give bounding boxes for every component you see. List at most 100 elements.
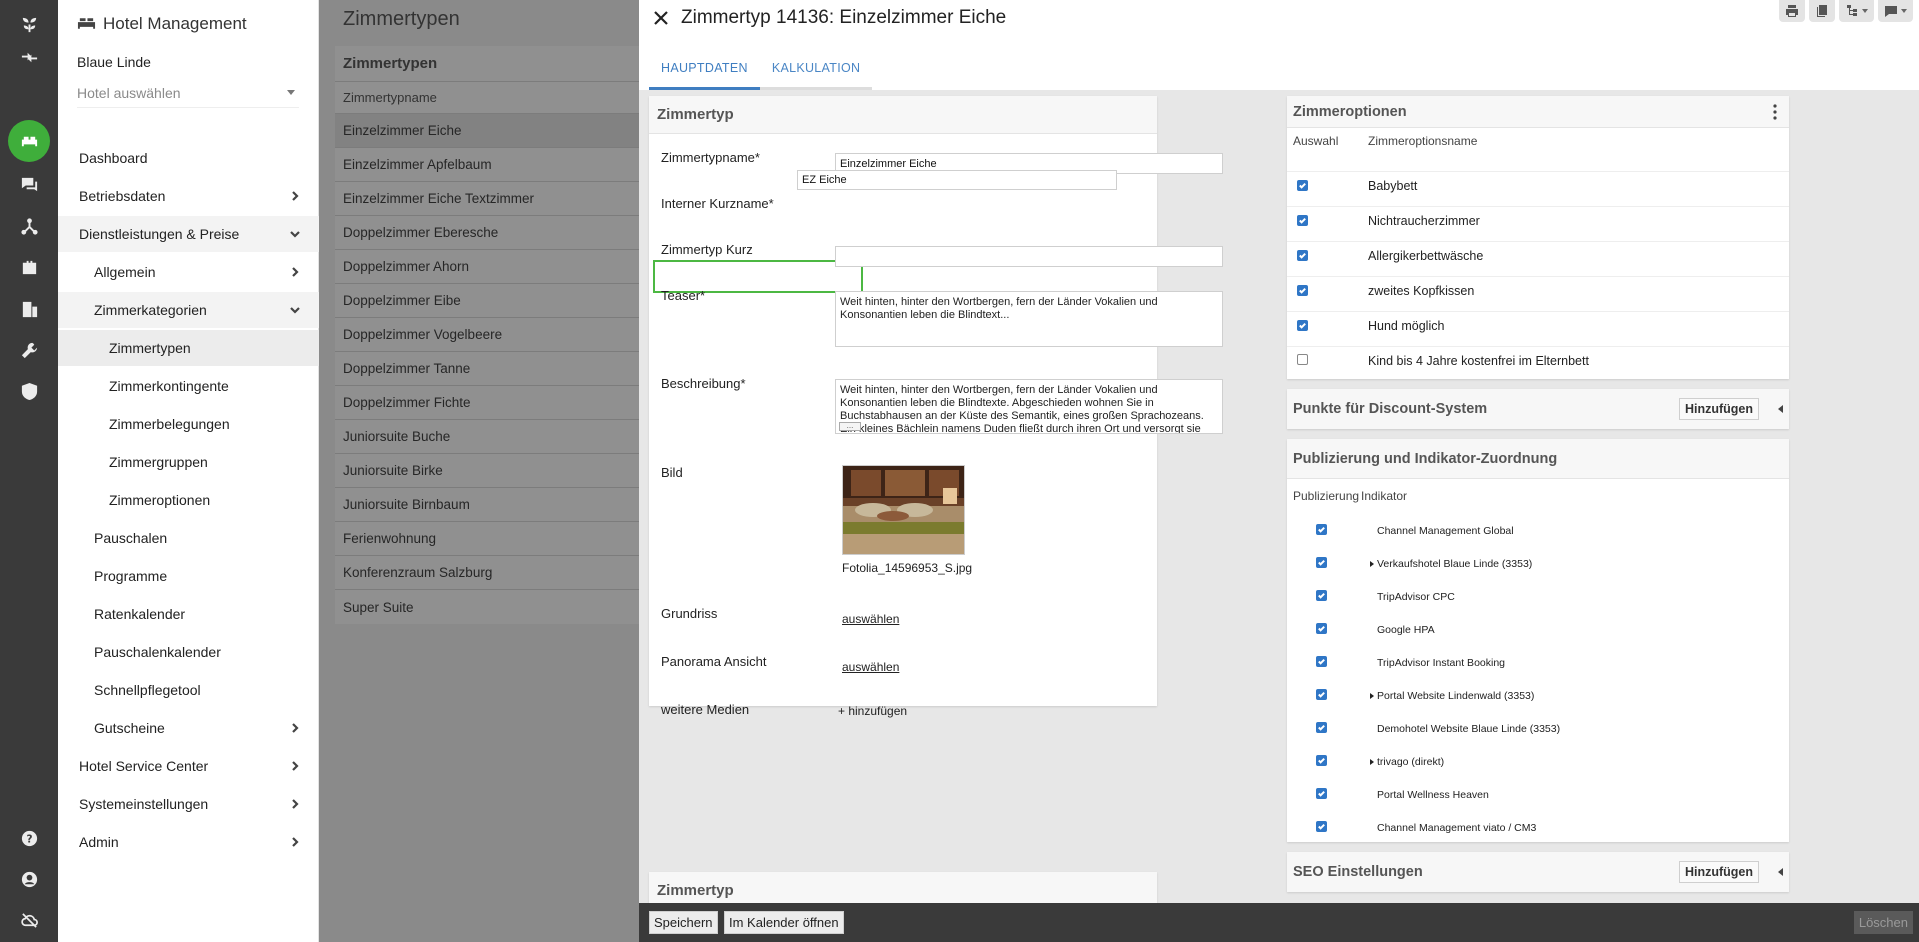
wrench-icon[interactable]: [0, 334, 58, 366]
tree-menu-button[interactable]: [1839, 0, 1874, 22]
close-icon[interactable]: [649, 6, 673, 30]
checkbox-checked-icon[interactable]: [1316, 722, 1327, 733]
list-row[interactable]: Juniorsuite Birnbaum: [335, 488, 639, 522]
add-media-link[interactable]: + hinzufügen: [838, 704, 907, 718]
checkbox-checked-icon[interactable]: [1316, 755, 1327, 766]
option-row[interactable]: Nichtraucherzimmer: [1287, 206, 1789, 234]
publish-row[interactable]: trivago (direkt): [1287, 748, 1789, 775]
hotel-select[interactable]: Hotel auswählen: [77, 85, 299, 108]
nav-zimmerkontingente[interactable]: Zimmerkontingente: [58, 368, 319, 404]
room-photo[interactable]: [842, 465, 965, 555]
publish-row[interactable]: TripAdvisor Instant Booking: [1287, 649, 1789, 676]
col-option-name[interactable]: Zimmeroptionsname: [1368, 134, 1477, 148]
more-vertical-icon[interactable]: [1773, 104, 1777, 120]
tab-hauptdaten[interactable]: HAUPTDATEN: [649, 55, 760, 90]
option-row[interactable]: zweites Kopfkissen: [1287, 276, 1789, 304]
publish-row[interactable]: Portal Website Lindenwald (3353): [1287, 682, 1789, 709]
short-name-input[interactable]: [797, 170, 1117, 190]
nav-dashboard[interactable]: Dashboard: [58, 140, 319, 176]
option-row[interactable]: Allergikerbettwäsche: [1287, 241, 1789, 269]
panorama-select-link[interactable]: auswählen: [842, 660, 899, 674]
checkbox-checked-icon[interactable]: [1316, 689, 1327, 700]
checkbox-checked-icon[interactable]: [1297, 179, 1308, 191]
collapse-arrows-icon[interactable]: [0, 41, 58, 73]
list-row[interactable]: Juniorsuite Birke: [335, 454, 639, 488]
publish-row[interactable]: Google HPA: [1287, 616, 1789, 643]
checkbox-checked-icon[interactable]: [1316, 557, 1327, 568]
seo-add-button[interactable]: Hinzufügen: [1678, 861, 1759, 883]
user-icon[interactable]: [0, 863, 58, 895]
list-row[interactable]: Doppelzimmer Tanne: [335, 352, 639, 386]
checkbox-checked-icon[interactable]: [1297, 249, 1308, 261]
publish-row[interactable]: Channel Management Global: [1287, 517, 1789, 544]
print-button[interactable]: [1779, 0, 1805, 22]
expand-triangle-icon[interactable]: [1370, 692, 1374, 699]
expand-triangle-icon[interactable]: [1370, 758, 1374, 765]
nav-zimmergruppen[interactable]: Zimmergruppen: [58, 444, 319, 480]
grundriss-select-link[interactable]: auswählen: [842, 612, 899, 626]
comment-menu-button[interactable]: [1878, 0, 1913, 22]
help-icon[interactable]: ?: [0, 822, 58, 854]
save-button[interactable]: Speichern: [649, 911, 718, 934]
option-row[interactable]: Hund möglich: [1287, 311, 1789, 339]
tab-kalkulation[interactable]: KALKULATION: [759, 55, 873, 90]
checkbox-checked-icon[interactable]: [1297, 319, 1308, 331]
cloud-off-icon[interactable]: [0, 904, 58, 936]
building-icon[interactable]: [0, 293, 58, 325]
checkbox-checked-icon[interactable]: [1297, 214, 1308, 226]
nav-zimmertypen[interactable]: Zimmertypen: [58, 330, 319, 366]
nav-schnellpflegetool[interactable]: Schnellpflegetool: [58, 672, 319, 708]
option-row[interactable]: Babybett: [1287, 171, 1789, 199]
nav-gutscheine[interactable]: Gutscheine: [58, 710, 319, 746]
kurz-input[interactable]: [835, 246, 1223, 267]
beschreibung-textarea[interactable]: Weit hinten, hinter den Wortbergen, fern…: [835, 379, 1223, 434]
discount-add-button[interactable]: Hinzufügen: [1678, 398, 1759, 420]
col-auswahl[interactable]: Auswahl: [1293, 134, 1338, 148]
network-icon[interactable]: [0, 210, 58, 242]
publish-row[interactable]: Demohotel Website Blaue Linde (3353): [1287, 715, 1789, 742]
checkbox-checked-icon[interactable]: [1297, 284, 1308, 296]
nav-zimmerkategorien[interactable]: Zimmerkategorien: [58, 292, 319, 328]
list-row[interactable]: Einzelzimmer Eiche: [335, 114, 639, 148]
checkbox-checked-icon[interactable]: [1316, 821, 1327, 832]
nav-betriebsdaten[interactable]: Betriebsdaten: [58, 178, 319, 214]
list-row[interactable]: Juniorsuite Buche: [335, 420, 639, 454]
briefcase-icon[interactable]: [0, 251, 58, 283]
teaser-textarea[interactable]: Weit hinten, hinter den Wortbergen, fern…: [835, 291, 1223, 347]
shield-icon[interactable]: [0, 375, 58, 407]
list-row[interactable]: Doppelzimmer Fichte: [335, 386, 639, 420]
list-column-header[interactable]: Zimmertypname: [335, 82, 639, 114]
publish-row[interactable]: Portal Wellness Heaven: [1287, 781, 1789, 808]
nav-zimmeroptionen[interactable]: Zimmeroptionen: [58, 482, 319, 518]
checkbox-checked-icon[interactable]: [1316, 590, 1327, 601]
option-row[interactable]: Kind bis 4 Jahre kostenfrei im Elternbet…: [1287, 346, 1789, 374]
hotel-bed-icon[interactable]: [8, 120, 50, 162]
nav-allgemein[interactable]: Allgemein: [58, 254, 319, 290]
list-row[interactable]: Konferenzraum Salzburg: [335, 556, 639, 590]
list-row[interactable]: Doppelzimmer Eibe: [335, 284, 639, 318]
nav-zimmerbelegungen[interactable]: Zimmerbelegungen: [58, 406, 319, 442]
delete-button[interactable]: Löschen: [1853, 911, 1913, 934]
nav-hotel-service-center[interactable]: Hotel Service Center: [58, 748, 319, 784]
open-calendar-button[interactable]: Im Kalender öffnen: [724, 911, 844, 934]
checkbox-checked-icon[interactable]: [1316, 623, 1327, 634]
collapse-left-icon[interactable]: [1778, 868, 1783, 876]
nav-admin[interactable]: Admin: [58, 824, 319, 860]
expand-triangle-icon[interactable]: [1370, 560, 1374, 567]
expand-text-button[interactable]: ...: [839, 422, 861, 431]
list-row[interactable]: Einzelzimmer Eiche Textzimmer: [335, 182, 639, 216]
nav-dienstleistungen[interactable]: Dienstleistungen & Preise: [58, 216, 319, 252]
nav-ratenkalender[interactable]: Ratenkalender: [58, 596, 319, 632]
publish-row[interactable]: TripAdvisor CPC: [1287, 583, 1789, 610]
nav-pauschalenkalender[interactable]: Pauschalenkalender: [58, 634, 319, 670]
collapse-left-icon[interactable]: [1778, 405, 1783, 413]
publish-row[interactable]: Verkaufshotel Blaue Linde (3353): [1287, 550, 1789, 577]
publish-row[interactable]: Channel Management viato / CM3: [1287, 814, 1789, 841]
list-row[interactable]: Ferienwohnung: [335, 522, 639, 556]
list-row[interactable]: Einzelzimmer Apfelbaum: [335, 148, 639, 182]
nav-programme[interactable]: Programme: [58, 558, 319, 594]
list-row[interactable]: Doppelzimmer Vogelbeere: [335, 318, 639, 352]
checkbox-checked-icon[interactable]: [1316, 788, 1327, 799]
copy-button[interactable]: [1809, 0, 1835, 22]
chat-icon[interactable]: [0, 168, 58, 200]
